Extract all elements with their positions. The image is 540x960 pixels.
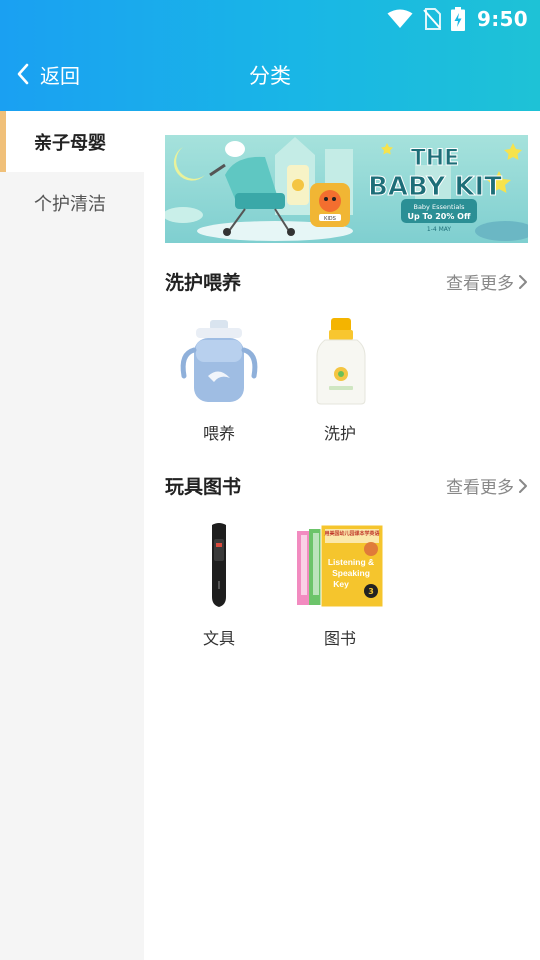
category-item-label: 图书 [323, 629, 356, 648]
section-header-feeding-care: 洗护喂养 查看更多 [165, 266, 528, 296]
book-cover-number: 3 [368, 587, 374, 596]
reading-pen-image [212, 523, 226, 607]
category-sidebar: 亲子母婴 个护清洁 [0, 111, 144, 960]
status-icons: 9:50 [387, 6, 528, 32]
nav-bar: 返回 分类 [0, 52, 540, 96]
detergent-bottle-image [316, 318, 366, 405]
category-grid: 喂养 洗护 [165, 316, 528, 456]
active-indicator [0, 111, 6, 172]
section-title: 洗护喂养 [165, 272, 242, 294]
banner-title-line1: THE [411, 146, 459, 171]
sidebar-item-label: 个护清洁 [34, 193, 106, 215]
app-header: 9:50 返回 分类 [0, 0, 540, 111]
book-cover-title-en-3: Key [333, 579, 349, 589]
wifi-icon [387, 9, 413, 28]
sippy-cup-image [180, 320, 258, 402]
category-item-label: 洗护 [323, 424, 356, 443]
sidebar-item-label: 亲子母婴 [34, 132, 106, 154]
chevron-right-icon [519, 274, 527, 289]
section-header-toys-books: 玩具图书 查看更多 [165, 470, 528, 500]
section-title: 玩具图书 [165, 476, 242, 498]
see-more-link[interactable]: 查看更多 [446, 269, 528, 294]
category-item-books[interactable]: 用美国幼儿园课本学英语 Listening & Speaking Key 3 图… [286, 521, 394, 661]
banner-subtitle: Baby Essentials [413, 203, 465, 211]
no-sim-icon [423, 8, 442, 30]
category-grid: 文具 用美国幼儿园课本学英语 Listening & Speaking Key … [165, 521, 528, 661]
english-books-image: 用美国幼儿园课本学英语 Listening & Speaking Key 3 [297, 524, 384, 608]
see-more-link[interactable]: 查看更多 [446, 473, 528, 498]
category-item-label: 喂养 [202, 424, 235, 443]
banner-date: 1-4 MAY [427, 226, 452, 233]
book-cover-title-en-1: Listening & [328, 557, 374, 567]
status-bar: 9:50 [0, 0, 540, 38]
promo-banner[interactable]: KIDS THE BABY KIT Baby Essentials Up To … [165, 135, 528, 243]
book-cover-title-cn: 用美国幼儿园课本学英语 [323, 530, 379, 537]
see-more-label: 查看更多 [446, 478, 514, 498]
category-item-stationery[interactable]: 文具 [165, 521, 273, 661]
chevron-right-icon [519, 478, 527, 493]
sidebar-item-personal-care[interactable]: 个护清洁 [0, 172, 144, 233]
page-title: 分类 [249, 64, 291, 88]
baby-kit-banner-image: KIDS THE BABY KIT Baby Essentials Up To … [165, 135, 528, 243]
category-content: KIDS THE BABY KIT Baby Essentials Up To … [144, 111, 540, 960]
category-item-label: 文具 [202, 629, 235, 648]
book-cover-title-en-2: Speaking [332, 568, 370, 578]
category-item-feeding[interactable]: 喂养 [165, 316, 273, 456]
see-more-label: 查看更多 [446, 274, 514, 294]
banner-offer: Up To 20% Off [408, 212, 471, 221]
category-item-washing[interactable]: 洗护 [286, 316, 394, 456]
battery-charging-icon [451, 7, 466, 31]
sidebar-item-mother-baby[interactable]: 亲子母婴 [0, 111, 144, 172]
banner-title-line2: BABY KIT [368, 172, 502, 202]
bag-text: KIDS [324, 216, 336, 222]
status-time: 9:50 [477, 7, 528, 31]
